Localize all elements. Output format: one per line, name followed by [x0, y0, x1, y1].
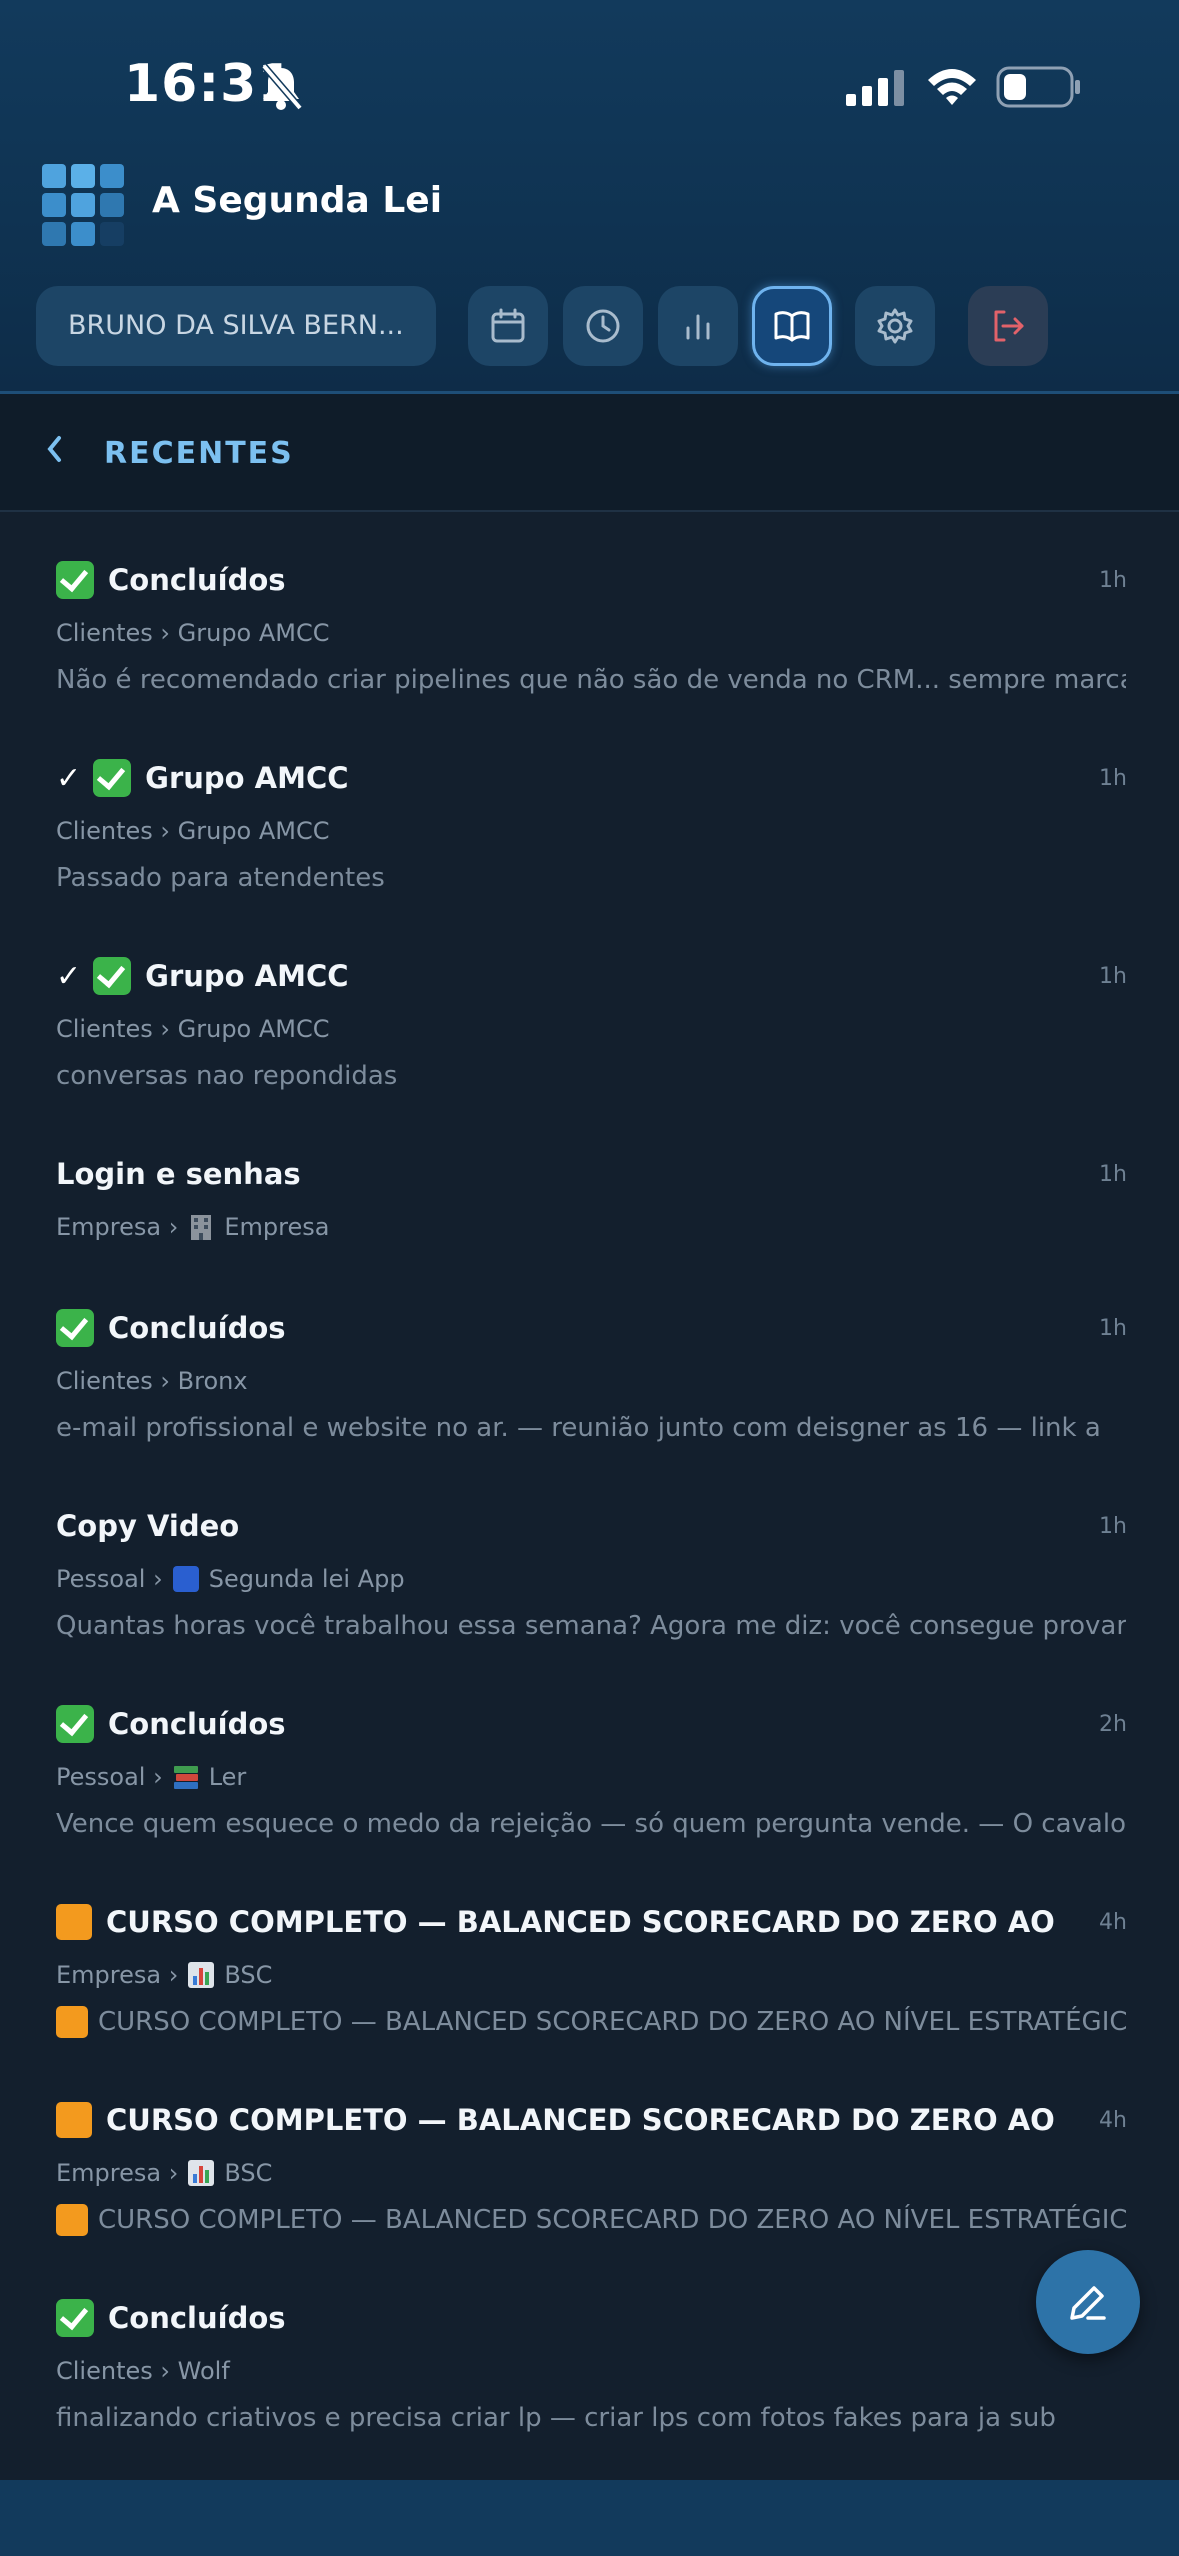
stats-button[interactable] [658, 286, 738, 366]
bottom-bar [0, 2480, 1179, 2556]
pencil-icon [1070, 2286, 1106, 2320]
settings-button[interactable] [855, 286, 935, 366]
bar-chart-emoji-icon [188, 1962, 215, 1988]
breadcrumb: Empresa › BSC [56, 2159, 273, 2187]
breadcrumb: Clientes › Wolf [56, 2357, 230, 2385]
breadcrumb: Clientes › Grupo AMCC [56, 619, 330, 647]
breadcrumb: Empresa › Empresa [56, 1213, 330, 1241]
notes-button[interactable] [752, 286, 832, 366]
user-selector[interactable]: BRUNO DA SILVA BERN... [36, 286, 436, 366]
check-emoji-icon [56, 1705, 94, 1743]
logout-icon [994, 310, 1024, 342]
recent-notes-list: Concluídos 1h Clientes › Grupo AMCC Não … [0, 512, 1179, 2480]
gear-icon [877, 308, 913, 344]
books-icon [173, 1766, 198, 1789]
history-button[interactable] [563, 286, 643, 366]
orange-square-icon [56, 2204, 88, 2236]
breadcrumb: Pessoal › Ler [56, 1763, 247, 1791]
check-emoji-icon [93, 759, 132, 797]
wifi-icon [928, 69, 976, 105]
book-open-icon [774, 311, 810, 342]
orange-square-icon [56, 2102, 92, 2138]
section-title: RECENTES [104, 436, 294, 471]
check-emoji-icon [56, 1309, 94, 1347]
app-logo [42, 164, 124, 246]
orange-square-icon [56, 2006, 88, 2038]
bar-chart-emoji-icon [188, 2160, 215, 2186]
app-title: A Segunda Lei [152, 180, 443, 221]
clock-icon [586, 309, 620, 343]
bell-muted-icon [261, 63, 303, 111]
blue-square-icon [172, 1566, 199, 1592]
calendar-button[interactable] [468, 286, 548, 366]
breadcrumb: Clientes › Grupo AMCC [56, 1015, 330, 1043]
battery-icon [996, 66, 1080, 108]
logout-button[interactable] [968, 286, 1048, 366]
office-building-icon [191, 1215, 212, 1240]
check-emoji-icon [56, 2299, 94, 2337]
signal-icon [846, 70, 904, 106]
breadcrumb: Clientes › Bronx [56, 1367, 248, 1395]
bar-chart-icon [686, 314, 710, 340]
new-note-button[interactable] [1036, 2250, 1140, 2354]
section-header: RECENTES [0, 394, 1179, 512]
orange-square-icon [56, 1904, 92, 1940]
check-emoji-icon [93, 957, 132, 995]
breadcrumb: Pessoal › Segunda lei App [56, 1565, 405, 1593]
chevron-left-icon[interactable] [40, 432, 70, 466]
check-emoji-icon [56, 561, 94, 599]
calendar-icon [491, 308, 525, 343]
breadcrumb: Empresa › BSC [56, 1961, 273, 1989]
breadcrumb: Clientes › Grupo AMCC [56, 817, 330, 845]
app-header: 16:31 A Segunda Lei BRUNO DA SILVA BERN.… [0, 0, 1179, 394]
